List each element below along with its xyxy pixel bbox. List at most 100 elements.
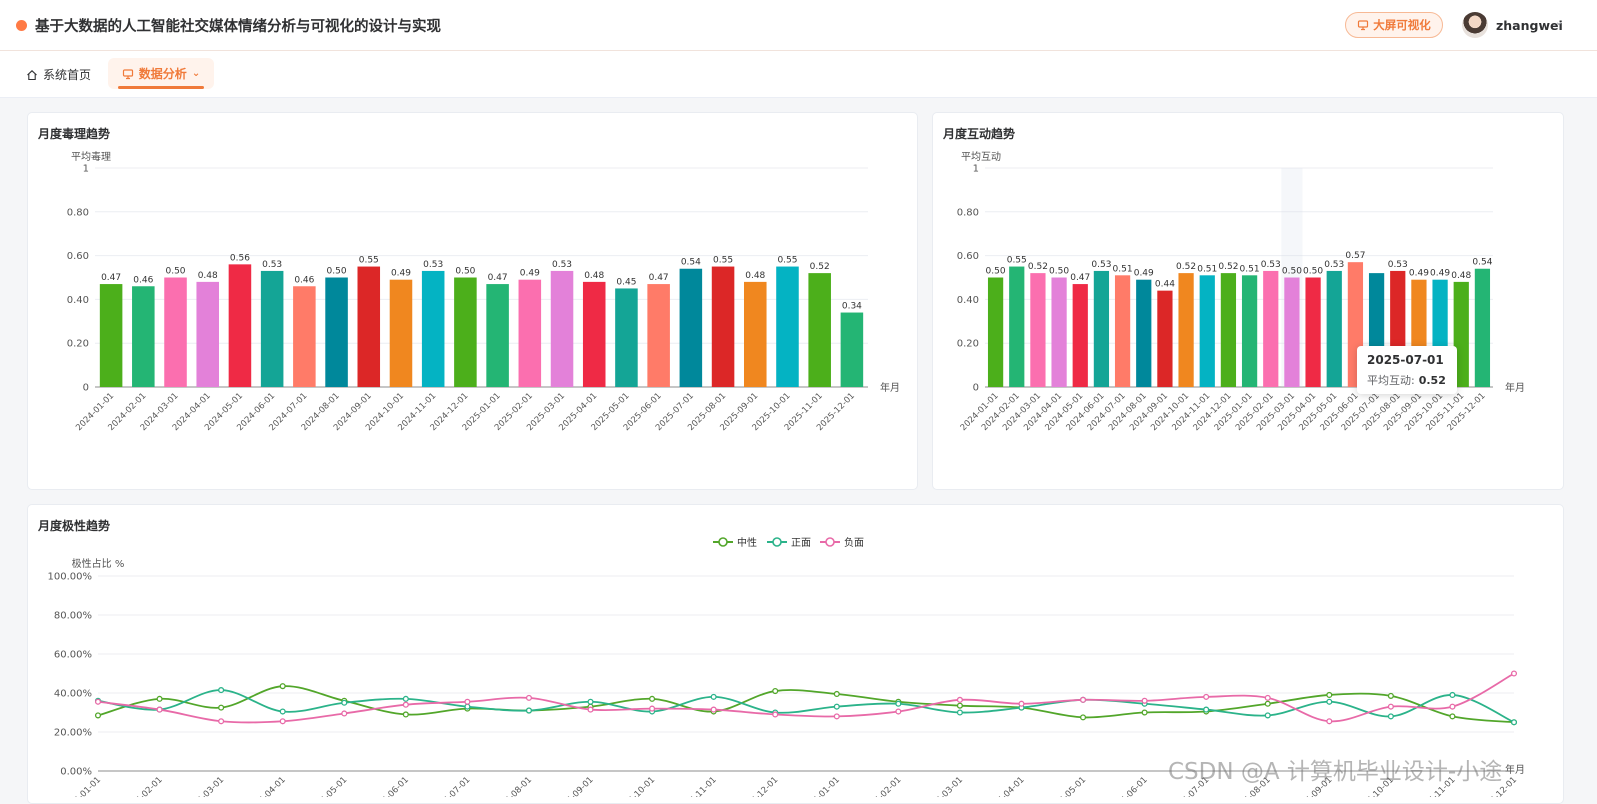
series-point xyxy=(218,687,225,694)
big-screen-label: 大屏可视化 xyxy=(1373,18,1431,32)
data-label: 0.51 xyxy=(1197,264,1217,274)
x-tick-label: 5-06-01 xyxy=(1119,775,1150,797)
series-point xyxy=(1449,703,1456,710)
nav-item-analysis[interactable]: 数据分析 ⌄ xyxy=(108,58,214,89)
bar xyxy=(1241,275,1258,387)
series-point xyxy=(94,698,102,705)
data-label: 0.48 xyxy=(745,271,765,281)
x-tick-label: 4-09-01 xyxy=(565,775,596,797)
legend-label: 负面 xyxy=(844,536,864,549)
bar xyxy=(1178,273,1194,387)
series-point xyxy=(587,706,594,713)
bar xyxy=(1305,277,1321,387)
bar xyxy=(582,281,606,387)
series-point xyxy=(218,704,225,711)
big-screen-button[interactable]: 大屏可视化 xyxy=(1345,12,1443,38)
series-point xyxy=(1203,706,1210,713)
series-point xyxy=(895,700,902,707)
nav-analysis-label: 数据分析 xyxy=(138,67,187,81)
x-tick-label: 4-12-01 xyxy=(750,775,781,797)
series-point xyxy=(1264,712,1271,719)
series-point xyxy=(1264,694,1271,701)
data-label: 0.52 xyxy=(1028,262,1048,272)
bar xyxy=(1072,284,1088,387)
bar xyxy=(776,266,799,387)
data-label: 0.47 xyxy=(1070,273,1090,283)
nav-bar: 系统首页 数据分析 ⌄ xyxy=(0,51,1597,98)
data-label: 0.50 xyxy=(165,267,185,277)
data-label: 0.46 xyxy=(294,275,314,285)
y-tick-label: 60.00% xyxy=(54,650,92,661)
data-label: 0.52 xyxy=(810,262,830,272)
bar xyxy=(1326,270,1342,387)
bar xyxy=(840,312,864,387)
data-label: 0.50 xyxy=(327,267,347,277)
series-point xyxy=(649,695,656,702)
x-tick-label: 4-03-01 xyxy=(196,775,227,797)
series-point xyxy=(1018,700,1025,707)
data-label: 0.50 xyxy=(986,267,1006,277)
data-label: 0.49 xyxy=(1430,269,1450,279)
x-tick-label: 5-02-01 xyxy=(873,775,904,797)
bar xyxy=(132,286,155,387)
bar xyxy=(615,288,638,387)
bar xyxy=(196,281,220,387)
series-point xyxy=(402,711,409,718)
data-label: 0.50 xyxy=(1303,267,1323,277)
screen-icon xyxy=(1358,20,1369,31)
data-label: 0.48 xyxy=(1451,271,1471,281)
chart-tooltip: 2025-07-01 平均互动: 0.52 xyxy=(1357,346,1457,394)
bar xyxy=(1051,277,1067,387)
y-axis-label: 极性占比 % xyxy=(72,557,125,570)
home-icon xyxy=(27,69,37,80)
avatar[interactable] xyxy=(1462,12,1488,38)
legend-marker xyxy=(772,537,782,547)
y-tick-label: 0.40 xyxy=(67,295,89,306)
series-point xyxy=(1510,670,1518,677)
series-point xyxy=(402,701,409,708)
y-tick-label: 0.60 xyxy=(67,251,89,262)
y-tick-label: 0.20 xyxy=(67,339,89,350)
series-point xyxy=(956,696,963,703)
tooltip-date: 2025-07-01 xyxy=(1367,353,1444,367)
series-point xyxy=(525,707,533,714)
series-point xyxy=(1203,693,1210,700)
x-tick-label: 4-06-01 xyxy=(380,775,411,797)
y-tick-label: 0.80 xyxy=(957,207,979,218)
data-label: 0.55 xyxy=(359,256,379,266)
y-tick-label: 0.40 xyxy=(957,295,979,306)
data-label: 0.48 xyxy=(198,271,218,281)
x-tick-label: 5-05-01 xyxy=(1058,775,1089,797)
toxicity-bar-chart: 00.200.400.600.801平均毒理年月0.472024-01-010.… xyxy=(67,150,900,433)
bar xyxy=(1199,275,1215,387)
top-bar: 基于大数据的人工智能社交媒体情绪分析与可视化的设计与实现 大屏可视化 zhang… xyxy=(0,0,1597,51)
series-point xyxy=(956,702,963,709)
bar xyxy=(518,279,542,387)
chevron-down-icon[interactable]: ⌄ xyxy=(1555,17,1563,28)
x-tick-label: 5-04-01 xyxy=(996,775,1027,797)
series-point xyxy=(464,703,471,710)
series-point xyxy=(341,710,348,717)
username[interactable]: zhangwei xyxy=(1496,18,1563,33)
data-label: 0.49 xyxy=(391,269,411,279)
x-tick-label: 4-10-01 xyxy=(627,775,658,797)
series-point xyxy=(279,683,286,690)
y-tick-label: 0.80 xyxy=(67,207,89,218)
data-label: 0.51 xyxy=(1113,264,1133,274)
series-point xyxy=(710,706,717,713)
series-point xyxy=(1387,713,1394,720)
bar xyxy=(486,284,509,387)
series-point xyxy=(587,698,594,705)
legend-marker xyxy=(825,537,835,547)
nav-item-home[interactable]: 系统首页 xyxy=(26,66,91,83)
x-axis-label: 年月 xyxy=(1505,381,1525,394)
y-tick-label: 1 xyxy=(83,164,89,175)
data-label: 0.52 xyxy=(1218,262,1238,272)
data-label: 0.53 xyxy=(1388,260,1408,270)
x-tick-label: 5-03-01 xyxy=(934,775,965,797)
bar xyxy=(1114,275,1131,387)
series-point xyxy=(402,695,409,702)
bar xyxy=(228,264,252,387)
data-label: 0.53 xyxy=(1091,260,1111,270)
bar xyxy=(987,277,1004,387)
